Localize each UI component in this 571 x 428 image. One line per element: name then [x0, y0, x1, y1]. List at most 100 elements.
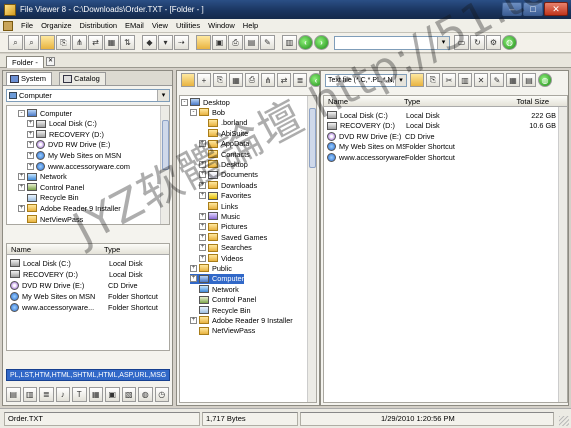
tree-item[interactable]: + RECOVERY (D:) [27, 129, 104, 139]
filter-field[interactable]: PL,LST,HTM,HTML,SHTML,HTML,ASP,URL,MSG [6, 369, 170, 381]
properties-icon[interactable]: ▦ [506, 73, 520, 87]
expand-icon[interactable]: + [199, 171, 206, 179]
image-icon[interactable]: ▤ [6, 386, 21, 402]
folder-icon[interactable] [410, 73, 424, 87]
expand-icon[interactable]: + [190, 264, 197, 272]
expand-icon[interactable]: + [27, 141, 34, 149]
list-scrollbar[interactable] [558, 107, 567, 402]
paste-icon[interactable]: ▥ [458, 73, 472, 87]
collapse-icon[interactable]: - [181, 98, 188, 106]
slideshow-icon[interactable]: ▥ [22, 386, 37, 402]
dropdown-icon[interactable]: ▾ [158, 35, 173, 50]
reload-icon[interactable]: ↻ [470, 35, 485, 50]
expand-icon[interactable]: + [27, 130, 34, 138]
resize-grip[interactable] [559, 416, 569, 426]
location-combo[interactable]: Computer [6, 89, 170, 102]
gallery-icon[interactable]: ▧ [121, 386, 136, 402]
column-name[interactable]: Name [11, 245, 31, 254]
globe-icon[interactable]: ◍ [502, 35, 517, 50]
copy-icon[interactable]: ⎘ [56, 35, 71, 50]
clipboard-icon[interactable]: ▥ [282, 35, 297, 50]
expand-icon[interactable]: + [199, 254, 206, 262]
expand-icon[interactable]: + [199, 212, 206, 220]
image-icon[interactable]: ▤ [244, 35, 259, 50]
tree-item[interactable]: + Control Panel [18, 182, 84, 192]
move-icon[interactable]: ⇄ [88, 35, 103, 50]
menu-utilities[interactable]: Utilities [172, 21, 204, 30]
list-icon[interactable]: ≣ [293, 73, 307, 87]
display-icon[interactable]: ▭ [454, 35, 469, 50]
text-icon[interactable]: T [72, 386, 87, 402]
menu-file[interactable]: File [17, 21, 37, 30]
list-item[interactable]: www.accessoryware... Folder Shortcut [10, 302, 168, 312]
tree-item[interactable]: Recycle Bin [18, 193, 79, 203]
expand-icon[interactable]: + [190, 275, 197, 283]
tab-system[interactable]: System [6, 72, 53, 85]
globe-icon[interactable]: ◍ [538, 73, 552, 87]
expand-icon[interactable]: + [199, 244, 206, 252]
tree-item[interactable]: Contacts [199, 149, 250, 159]
menu-window[interactable]: Window [204, 21, 239, 30]
expand-icon[interactable]: + [27, 120, 34, 128]
usb-icon[interactable]: ⇢ [174, 35, 189, 50]
copy-icon[interactable]: ⎘ [213, 73, 227, 87]
expand-icon[interactable]: + [27, 151, 34, 159]
tree-scrollbar[interactable] [160, 106, 169, 224]
clock-icon[interactable]: ◷ [154, 386, 169, 402]
properties-icon[interactable]: ▦ [104, 35, 119, 50]
tree-icon[interactable]: ⋔ [72, 35, 87, 50]
edit-icon[interactable]: ✎ [260, 35, 275, 50]
thumbnail-icon[interactable]: ▣ [105, 386, 120, 402]
menu-help[interactable]: Help [239, 21, 262, 30]
list-item[interactable]: DVD RW Drive (E:) CD Drive [10, 280, 168, 290]
file-row[interactable]: Local Disk (C:) Local Disk 222 GB [327, 110, 559, 120]
tree-item[interactable]: Control Panel [190, 295, 256, 305]
tree-item[interactable]: + Searches [199, 243, 252, 253]
list-item[interactable]: RECOVERY (D:) Local Disk [10, 269, 168, 279]
maximize-button[interactable]: □ [523, 2, 543, 16]
menu-distribution[interactable]: Distribution [76, 21, 122, 30]
folder-icon[interactable] [196, 35, 211, 50]
find-icon[interactable]: ⌕ [24, 35, 39, 50]
collapse-icon[interactable]: - [18, 109, 25, 117]
properties-icon[interactable]: ▦ [229, 73, 243, 87]
tree-item[interactable]: + Videos [199, 253, 243, 263]
sort-icon[interactable]: ⇅ [120, 35, 135, 50]
expand-icon[interactable]: + [27, 162, 34, 170]
tag-icon[interactable]: ◆ [142, 35, 157, 50]
tree-item[interactable]: - Computer [18, 108, 72, 118]
tree-item[interactable]: + Network [18, 172, 67, 182]
tree-item[interactable]: + Downloads [199, 180, 257, 190]
tree-item[interactable]: + Computer [190, 273, 245, 284]
menu-organize[interactable]: Organize [37, 21, 75, 30]
file-row[interactable]: DVD RW Drive (E:) CD Drive [327, 131, 559, 141]
expand-icon[interactable]: + [199, 160, 206, 168]
collapse-icon[interactable]: - [190, 108, 197, 116]
tree-item[interactable]: + My Web Sites on MSN [27, 150, 121, 160]
expand-icon[interactable]: + [199, 223, 206, 231]
binary-icon[interactable]: ▦ [88, 386, 103, 402]
back-icon[interactable]: ‹ [298, 35, 313, 50]
tree-item[interactable]: + Desktop [199, 159, 248, 169]
search-icon[interactable]: ⌕ [8, 35, 23, 50]
tree-item[interactable]: NetViewPass [190, 326, 255, 336]
column-type[interactable]: Type [104, 245, 120, 254]
file-type-filter[interactable]: Text file (*.C,*.PL,*.N,*.I [325, 73, 407, 87]
tree-item[interactable]: + Adobe Reader 9 Installer [190, 315, 293, 325]
tree-item[interactable]: AbiSuite [199, 128, 248, 138]
tree-item[interactable]: Links [199, 201, 238, 211]
tree-item[interactable]: Network [190, 284, 239, 294]
tree-item[interactable]: - Bob [190, 107, 225, 117]
column-type[interactable]: Type [404, 97, 420, 106]
tree-item[interactable]: NetViewPass [18, 214, 83, 224]
sound-icon[interactable]: ♪ [55, 386, 70, 402]
tree-item[interactable]: + Adobe Reader 9 Installer [18, 203, 121, 213]
file-row[interactable]: My Web Sites on MSN Folder Shortcut [327, 142, 559, 152]
view-icon[interactable]: ▤ [522, 73, 536, 87]
close-button[interactable]: ✕ [544, 2, 568, 16]
expand-icon[interactable]: + [190, 316, 197, 324]
copy-icon[interactable]: ⎘ [426, 73, 440, 87]
tree-item[interactable]: + Pictures [199, 222, 247, 232]
save-icon[interactable]: ▣ [212, 35, 227, 50]
expand-icon[interactable]: + [199, 233, 206, 241]
